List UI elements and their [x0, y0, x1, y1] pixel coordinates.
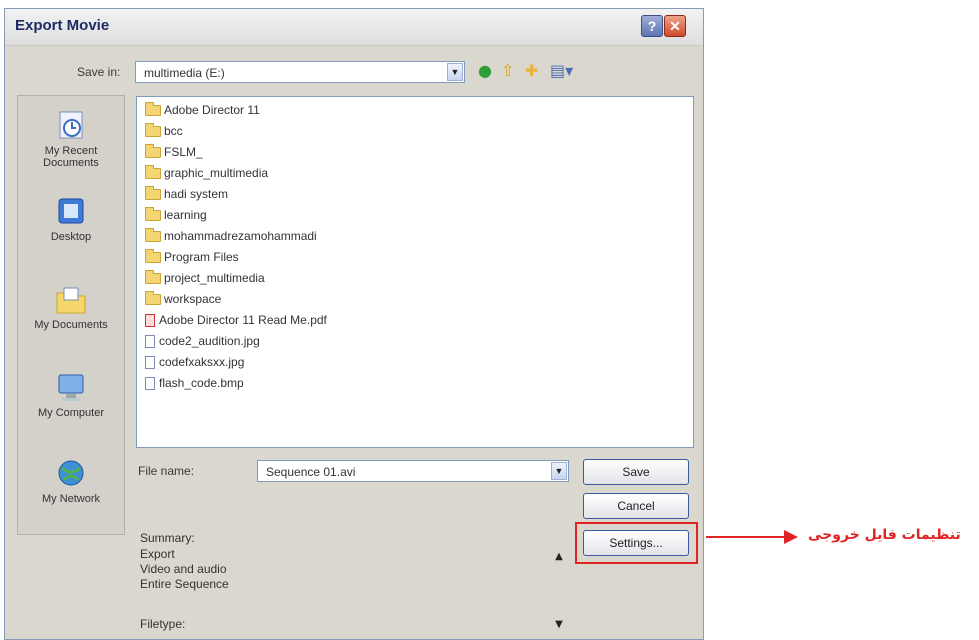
- file-name-value: Sequence 01.avi: [266, 465, 356, 479]
- my-documents-icon: [56, 287, 86, 314]
- place-label: My Network: [41, 493, 101, 505]
- place-label: My Documents: [34, 319, 108, 331]
- folder-icon: [145, 248, 161, 263]
- summary-line: Entire Sequence: [140, 577, 229, 591]
- file-name-label: File name:: [138, 464, 195, 478]
- place-label: Desktop: [50, 231, 92, 243]
- up-folder-icon[interactable]: ⇧: [501, 63, 514, 79]
- folder-icon: [145, 143, 161, 158]
- list-item[interactable]: Adobe Director 11 Read Me.pdf: [145, 311, 327, 329]
- list-item[interactable]: learning: [145, 206, 207, 224]
- summary-line: Video and audio: [140, 562, 227, 576]
- scroll-down-icon[interactable]: ▼: [550, 617, 568, 633]
- summary-scrollbar[interactable]: ▲ ▼: [550, 549, 568, 635]
- place-desktop[interactable]: Desktop: [18, 196, 124, 243]
- save-in-label: Save in:: [77, 65, 121, 79]
- place-my-network[interactable]: My Network: [18, 458, 124, 505]
- summary-label: Summary:: [140, 531, 195, 545]
- my-computer-icon: [58, 374, 84, 401]
- callout-arrow-head: [784, 530, 798, 544]
- list-item[interactable]: project_multimedia: [145, 269, 265, 287]
- folder-icon: [145, 164, 161, 179]
- image-file-icon: [145, 355, 155, 369]
- list-item[interactable]: bcc: [145, 122, 183, 140]
- file-list[interactable]: Adobe Director 11 bcc FSLM_ graphic_mult…: [136, 96, 694, 448]
- save-button[interactable]: Save: [583, 459, 689, 485]
- view-menu-icon[interactable]: ▤▾: [550, 63, 573, 79]
- place-my-computer[interactable]: My Computer: [18, 372, 124, 419]
- chevron-down-icon[interactable]: ▼: [447, 63, 463, 81]
- place-label: My Computer: [37, 407, 105, 419]
- title-bar[interactable]: Export Movie ? ✕: [5, 9, 703, 46]
- help-button[interactable]: ?: [641, 15, 663, 37]
- pdf-file-icon: [145, 313, 155, 327]
- folder-icon: [145, 290, 161, 305]
- place-my-documents[interactable]: My Documents: [18, 284, 124, 331]
- list-item[interactable]: mohammadrezamohammadi: [145, 227, 317, 245]
- list-item[interactable]: graphic_multimedia: [145, 164, 268, 182]
- list-item[interactable]: codefxaksxx.jpg: [145, 353, 244, 371]
- place-label: My Recent Documents: [43, 145, 99, 169]
- my-network-icon: [58, 460, 84, 486]
- back-icon[interactable]: ●: [478, 63, 492, 79]
- place-recent-documents[interactable]: My Recent Documents: [18, 110, 124, 169]
- image-file-icon: [145, 334, 155, 348]
- places-bar: My Recent Documents Desktop My Documents…: [17, 95, 125, 535]
- list-item[interactable]: Adobe Director 11: [145, 101, 260, 119]
- folder-icon: [145, 227, 161, 242]
- list-item[interactable]: hadi system: [145, 185, 228, 203]
- list-item[interactable]: flash_code.bmp: [145, 374, 244, 392]
- list-item[interactable]: workspace: [145, 290, 221, 308]
- summary-line: Export: [140, 547, 175, 561]
- window-title: Export Movie: [15, 17, 110, 34]
- close-button[interactable]: ✕: [664, 15, 686, 37]
- summary-panel: Summary: Export Video and audio Entire S…: [136, 531, 574, 637]
- list-item[interactable]: code2_audition.jpg: [145, 332, 260, 350]
- chevron-down-icon[interactable]: ▼: [551, 462, 567, 480]
- new-folder-icon[interactable]: ✚: [525, 63, 538, 79]
- recent-documents-icon: [59, 111, 83, 139]
- list-item[interactable]: Program Files: [145, 248, 239, 266]
- desktop-icon: [58, 198, 84, 224]
- filetype-label: Filetype:: [140, 617, 186, 631]
- folder-icon: [145, 185, 161, 200]
- export-movie-dialog: Export Movie ? ✕ Save in: multimedia (E:…: [4, 8, 704, 640]
- callout-annotation: تنظیمات فایل خروجی: [808, 527, 961, 543]
- scroll-up-icon[interactable]: ▲: [550, 549, 568, 565]
- save-in-dropdown[interactable]: multimedia (E:) ▼: [135, 61, 465, 83]
- folder-icon: [145, 269, 161, 284]
- folder-icon: [145, 122, 161, 137]
- image-file-icon: [145, 376, 155, 390]
- folder-icon: [145, 206, 161, 221]
- settings-highlight-box: [575, 522, 698, 564]
- folder-icon: [145, 101, 161, 116]
- cancel-button[interactable]: Cancel: [583, 493, 689, 519]
- list-item[interactable]: FSLM_: [145, 143, 203, 161]
- save-in-value: multimedia (E:): [144, 66, 225, 80]
- file-name-input[interactable]: Sequence 01.avi ▼: [257, 460, 569, 482]
- callout-arrow-line: [706, 536, 796, 538]
